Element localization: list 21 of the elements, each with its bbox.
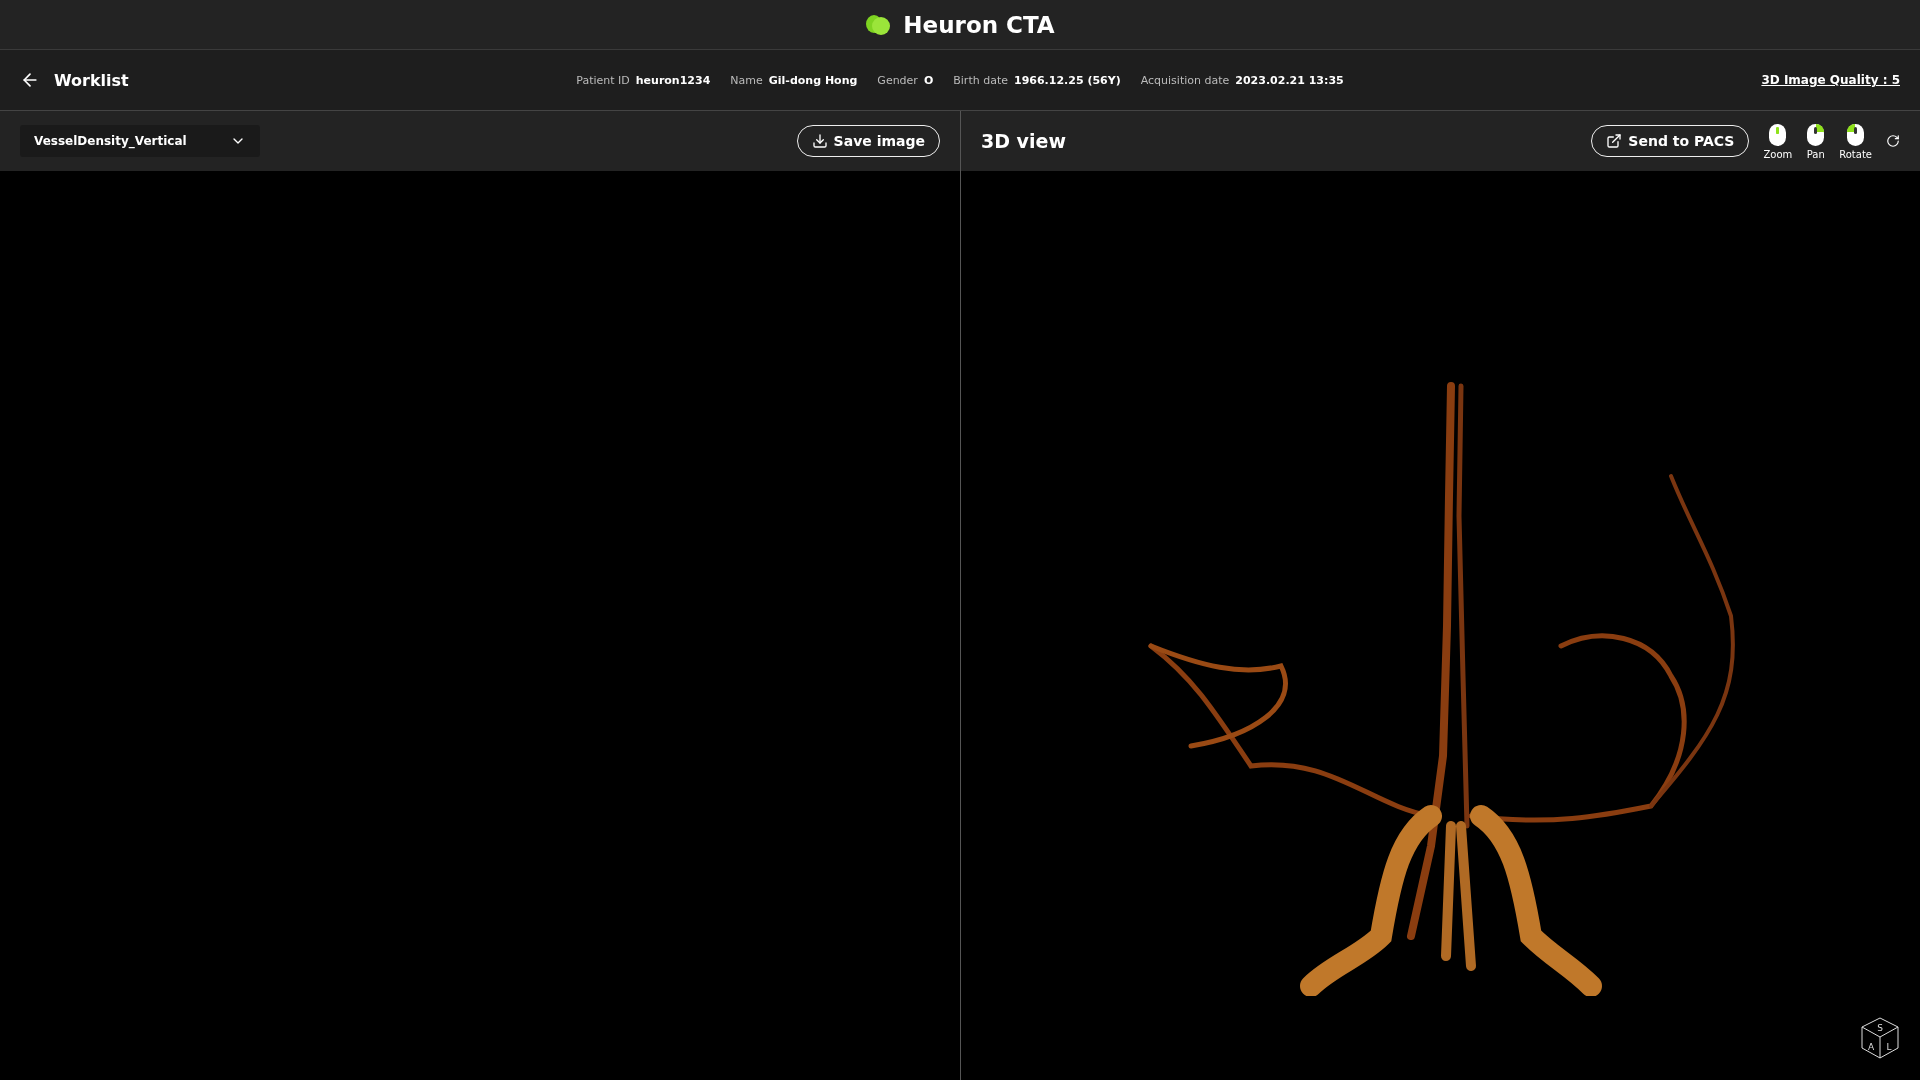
patient-field: Birth date 1966.12.25 (56Y) [953, 73, 1121, 87]
quality-link[interactable]: 3D Image Quality : 5 [1761, 73, 1900, 87]
mouse-icon [1846, 122, 1866, 147]
patient-field: Acquisition date 2023.02.21 13:35 [1140, 73, 1344, 87]
patient-field: Gender O [877, 73, 934, 87]
mouse-icon [1806, 122, 1826, 147]
mouse-tool-button[interactable]: Rotate [1839, 122, 1872, 160]
patient-field: Name Gil-dong Hong [730, 73, 858, 87]
worklist-link[interactable]: Worklist [20, 70, 320, 90]
view-title: 3D view [981, 130, 1066, 152]
app-title: Heuron CTA [903, 11, 1055, 38]
external-link-icon [1606, 133, 1623, 149]
logo-icon [865, 13, 892, 36]
download-icon [811, 133, 828, 149]
orientation-cube[interactable]: S A L [1860, 1016, 1900, 1060]
view-dropdown[interactable]: VesselDensity_Vertical [20, 125, 260, 157]
mouse-icon [1768, 122, 1788, 147]
mouse-tool-button[interactable]: Pan [1806, 122, 1826, 160]
reset-icon[interactable] [1886, 134, 1900, 148]
patient-field: Patient ID heuron1234 [576, 73, 711, 87]
mouse-tool-button[interactable]: Zoom [1763, 122, 1793, 160]
